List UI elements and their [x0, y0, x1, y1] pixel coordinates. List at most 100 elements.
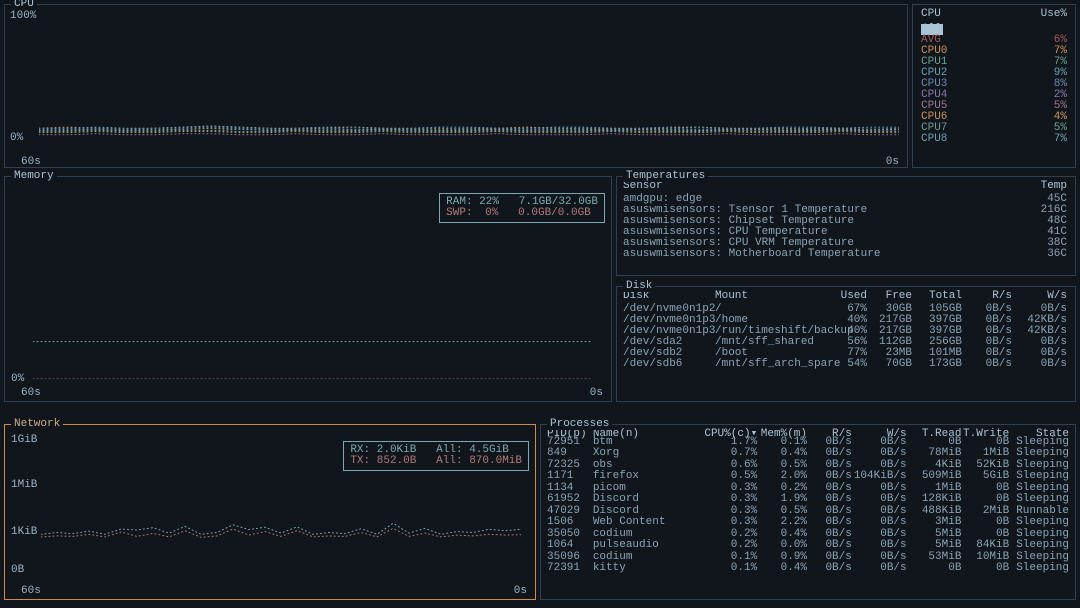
dh-total: Total [912, 291, 962, 302]
proc-state: Sleeping [1009, 517, 1069, 529]
temp-head-temp: Temp [1041, 181, 1067, 192]
memory-panel-title: Memory [11, 171, 57, 182]
proc-twrite: 0B [961, 517, 1009, 529]
proc-pid: 1171 [547, 471, 593, 483]
proc-tread: 128KiB [907, 494, 962, 506]
proc-mem: 1.9% [757, 494, 807, 506]
memory-chart [33, 209, 593, 379]
proc-rs: 0B/s [807, 517, 852, 529]
proc-rs: 0B/s [807, 471, 852, 483]
proc-name: pulseaudio [593, 540, 703, 552]
proc-state: Sleeping [1009, 540, 1069, 552]
proc-tread: 5MiB [907, 540, 962, 552]
cpu-list-head-use: Use% [1041, 9, 1067, 20]
proc-state: Sleeping [1009, 448, 1069, 460]
disk-mount: /mnt/sff_arch_spare [715, 359, 827, 370]
proc-rs: 0B/s [807, 563, 852, 575]
proc-name: Web Content [593, 517, 703, 529]
mem-y-min: 0% [11, 374, 24, 385]
processes-title: Processes [547, 419, 612, 430]
proc-twrite: 0B [961, 563, 1009, 575]
disk-total: 173GB [912, 359, 962, 370]
process-row[interactable]: 849Xorg0.7%0.4%0B/s0B/s78MiB1MiBSleeping [541, 448, 1075, 460]
mem-x-left: 60s [21, 388, 41, 399]
disk-used: 54% [827, 359, 867, 370]
process-row[interactable]: 61952Discord0.3%1.9%0B/s0B/s128KiB0BSlee… [541, 494, 1075, 506]
cpu-chart [39, 27, 899, 137]
processes-header[interactable]: PID(p) Name(n) CPU%(c)▾ Mem%(m) R/s W/s … [541, 425, 1075, 437]
proc-ws: 0B/s [852, 540, 907, 552]
process-row[interactable]: 72391kitty0.1%0.4%0B/s0B/s0B0BSleeping [541, 563, 1075, 575]
net-y-1m: 1MiB [11, 480, 37, 491]
proc-cpu: 0.5% [702, 471, 757, 483]
dh-free: Free [867, 291, 912, 302]
net-y-1g: 1GiB [11, 435, 37, 446]
proc-mem: 2.2% [757, 517, 807, 529]
disk-device: /dev/sdb6 [623, 359, 715, 370]
proc-ws: 104KiB/s [852, 471, 907, 483]
net-y-0b: 0B [11, 565, 24, 576]
proc-pid: 61952 [547, 494, 593, 506]
process-row[interactable]: 1506Web Content0.3%2.2%0B/s0B/s3MiB0BSle… [541, 517, 1075, 529]
dh-ws: W/s [1012, 291, 1067, 302]
cpu-y-max: 100% [10, 11, 36, 22]
processes-panel[interactable]: Processes PID(p) Name(n) CPU%(c)▾ Mem%(m… [540, 424, 1076, 600]
dh-mount: Mount [715, 291, 827, 302]
proc-ws: 0B/s [852, 517, 907, 529]
proc-cpu: 0.2% [702, 540, 757, 552]
proc-rs: 0B/s [807, 494, 852, 506]
proc-ws: 0B/s [852, 494, 907, 506]
cpu-x-left: 60s [21, 157, 41, 168]
disk-header[interactable]: Disk Mount Used Free Total R/s W/s [617, 287, 1075, 304]
net-x-right: 0s [514, 586, 527, 597]
cpu-x-right: 0s [886, 157, 899, 168]
proc-mem: 0.4% [757, 448, 807, 460]
proc-tread: 509MiB [907, 471, 962, 483]
dh-rs: R/s [962, 291, 1012, 302]
temp-head-sensor: Sensor [623, 181, 1041, 192]
process-row[interactable]: 1171firefox0.5%2.0%0B/s104KiB/s509MiB5Gi… [541, 471, 1075, 483]
network-title: Network [11, 419, 63, 430]
disk-title: Disk [623, 281, 655, 292]
proc-name: kitty [593, 563, 703, 575]
proc-name: firefox [593, 471, 703, 483]
proc-mem: 2.0% [757, 471, 807, 483]
sensor-temp: 36C [1047, 249, 1067, 260]
proc-mem: 0.0% [757, 540, 807, 552]
net-x-left: 60s [21, 586, 41, 597]
proc-ws: 0B/s [852, 448, 907, 460]
temperatures-panel[interactable]: Temperatures Sensor Temp amdgpu: edge45C… [616, 176, 1076, 276]
proc-tread: 0B [907, 563, 962, 575]
dh-used: Used [827, 291, 867, 302]
cpu-use-value: 7% [1054, 134, 1067, 145]
disk-ws: 0B/s [1012, 359, 1067, 370]
proc-cpu: 0.3% [702, 494, 757, 506]
cpu-list-panel[interactable]: CPU Use% AllAVG6%CPU07%CPU17%CPU29%CPU38… [912, 4, 1076, 168]
proc-pid: 1506 [547, 517, 593, 529]
disk-rs: 0B/s [962, 359, 1012, 370]
proc-name: Discord [593, 494, 703, 506]
cpu-list-header[interactable]: CPU Use% [913, 5, 1075, 24]
proc-mem: 0.4% [757, 563, 807, 575]
disk-panel[interactable]: Disk Disk Mount Used Free Total R/s W/s … [616, 286, 1076, 402]
disk-row[interactable]: /dev/sdb6/mnt/sff_arch_spare54%70GB173GB… [617, 359, 1075, 370]
proc-twrite: 84KiB [961, 540, 1009, 552]
proc-twrite: 1MiB [961, 448, 1009, 460]
proc-cpu: 0.1% [702, 563, 757, 575]
process-row[interactable]: 1064pulseaudio0.2%0.0%0B/s0B/s5MiB84KiBS… [541, 540, 1075, 552]
proc-state: Sleeping [1009, 563, 1069, 575]
proc-rs: 0B/s [807, 540, 852, 552]
memory-panel: Memory RAM: 22% 7.1GB/32.0GB SWP: 0% 0.0… [4, 176, 612, 402]
proc-tread: 78MiB [907, 448, 962, 460]
cpu-y-min: 0% [10, 133, 23, 144]
temperature-row[interactable]: asuswmisensors: Motherboard Temperature3… [617, 249, 1075, 260]
proc-twrite: 5GiB [961, 471, 1009, 483]
sensor-name: asuswmisensors: Motherboard Temperature [623, 249, 1047, 260]
proc-name: Xorg [593, 448, 703, 460]
dh-disk: Disk [623, 291, 715, 302]
cpu-list-row[interactable]: CPU87% [913, 134, 1075, 145]
proc-pid: 1064 [547, 540, 593, 552]
cpu-list-head-name: CPU [921, 9, 941, 20]
proc-pid: 72391 [547, 563, 593, 575]
network-chart [41, 447, 521, 577]
